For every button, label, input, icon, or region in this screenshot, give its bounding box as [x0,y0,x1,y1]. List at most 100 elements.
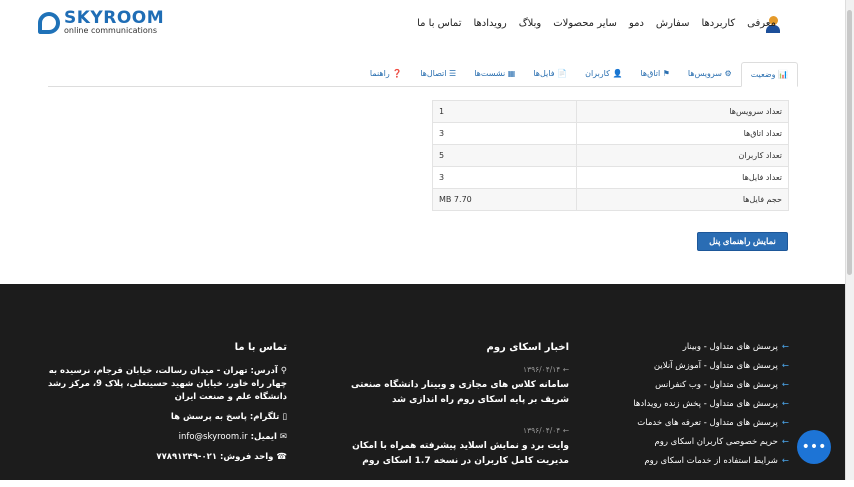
telegram-text: تلگرام: پاسخ به پرسش ها [170,412,280,422]
stat-value: MB 7.70 [432,188,577,211]
nav-intro[interactable]: معرفی [747,18,776,29]
footer-link[interactable]: ←حریم خصوصی کاربران اسکای روم [633,437,789,447]
table-row: تعداد اتاق‌ها 3 [432,122,789,145]
news-item[interactable]: وایت برد و نمایش اسلاید پیشرفته همراه با… [329,439,569,469]
question-icon: ❓ [392,69,403,78]
nav-events[interactable]: رویدادها [473,18,506,29]
stat-label: تعداد کاربران [576,144,789,167]
map-marker-icon: ⚲ [277,366,287,376]
list-icon: ☰ [449,69,457,78]
tab-services[interactable]: ⚙ سرویس‌ها [679,62,741,86]
arrow-left-icon: ← [781,456,789,466]
email-label: ایمیل: [250,432,277,442]
arrow-left-icon: ← [781,361,789,371]
chart-icon: 📊 [778,70,788,79]
link-text: شرایط استفاده از خدمات اسکای روم [644,456,778,466]
tab-label: سرویس‌ها [687,69,722,78]
date-text: ۱۳۹۶/۰۴/۰۴ [523,426,561,435]
tab-files[interactable]: 📄 فایل‌ها [524,62,576,86]
sitemap-icon: ⚑ [662,69,670,78]
email: ✉ ایمیل: info@skyroom.ir [37,431,287,444]
phone: ☎ واحد فروش: ۰۲۱-۷۷۸۹۱۲۴۹ [37,451,287,464]
arrow-left-icon: ← [781,437,789,447]
link-text: پرسش های متداول - تعرفه های خدمات [637,418,778,428]
nav-uses[interactable]: کاربردها [701,18,735,29]
tab-label: اتصال‌ها [420,69,447,78]
arrow-icon: ← [560,365,569,374]
show-panel-guide-button[interactable]: نمایش راهنمای پنل [697,232,788,251]
stat-value: 1 [432,100,577,123]
email-link[interactable]: info@skyroom.ir [179,432,248,442]
tab-label: اتاق‌ها [640,69,661,78]
telegram-icon: ▯ [279,412,287,422]
logo-name: SKYROOM [64,8,165,28]
footer-link[interactable]: ←شرایط استفاده از خدمات اسکای روم [633,456,789,466]
table-row: حجم فایل‌ها MB 7.70 [432,188,789,211]
stat-label: حجم فایل‌ها [576,188,789,211]
footer-link[interactable]: ←پرسش های متداول - پخش زنده رویدادها [633,399,789,409]
arrow-icon: ← [560,426,569,435]
grid-icon: ▦ [507,69,516,78]
skyroom-logo[interactable]: SKYROOM online communications [38,10,164,35]
chat-bubble-icon[interactable]: ••• [797,430,831,464]
file-icon: 📄 [557,69,568,78]
stat-value: 3 [432,122,577,145]
footer-link[interactable]: ←پرسش های متداول - آموزش آنلاین [633,361,789,371]
tab-label: فایل‌ها [533,69,555,78]
tab-status[interactable]: 📊 وضعیت [740,62,798,87]
footer-links: ←پرسش های متداول - وبینار ←پرسش های متدا… [633,342,789,475]
stat-value: 3 [432,166,577,189]
phone-text: واحد فروش: ۰۲۱-۷۷۸۹۱۲۴۹ [156,452,274,462]
tab-sessions[interactable]: ▦ نشست‌ها [465,62,524,86]
arrow-left-icon: ← [781,418,789,428]
scrollbar-thumb[interactable] [847,10,852,275]
footer: ←پرسش های متداول - وبینار ←پرسش های متدا… [0,284,845,480]
address: ⚲ آدرس: تهران - میدان رسالت، خیابان فرجا… [37,365,287,404]
table-row: تعداد سرویس‌ها 1 [432,100,789,123]
table-row: تعداد فایل‌ها 3 [432,166,789,189]
link-text: حریم خصوصی کاربران اسکای روم [654,437,778,447]
nav-products[interactable]: سایر محصولات [553,18,617,29]
tab-label: نشست‌ها [474,69,506,78]
arrow-left-icon: ← [781,380,789,390]
footer-link[interactable]: ←پرسش های متداول - وب کنفرانس [633,380,789,390]
link-text: پرسش های متداول - وبینار [682,342,778,352]
panel-tabs: 📊 وضعیت ⚙ سرویس‌ها ⚑ اتاق‌ها 👤 کاربران 📄… [48,62,798,87]
arrow-left-icon: ← [781,342,789,352]
nav-contact[interactable]: تماس با ما [417,18,461,29]
news-heading: اخبار اسکای روم [486,342,570,353]
footer-link[interactable]: ←پرسش های متداول - تعرفه های خدمات [633,418,789,428]
nav-blog[interactable]: وبلاگ [519,18,542,29]
address-text: آدرس: تهران - میدان رسالت، خیابان فرجام،… [47,366,287,402]
main-nav: معرفی کاربردها سفارش دمو سایر محصولات وب… [417,18,776,29]
tab-users[interactable]: 👤 کاربران [576,62,631,86]
link-text: پرسش های متداول - وب کنفرانس [655,380,778,390]
stat-label: تعداد سرویس‌ها [576,100,789,123]
nav-order[interactable]: سفارش [656,18,690,29]
tab-label: وضعیت [750,70,776,79]
gear-icon: ⚙ [724,69,732,78]
tab-help[interactable]: ❓ راهنما [361,62,411,86]
tab-rooms[interactable]: ⚑ اتاق‌ها [631,62,678,86]
link-text: پرسش های متداول - پخش زنده رویدادها [633,399,778,409]
stat-value: 5 [432,144,577,167]
user-icon: 👤 [612,69,623,78]
logo-tagline: online communications [64,26,157,35]
table-row: تعداد کاربران 5 [432,144,789,167]
nav-demo[interactable]: دمو [629,18,644,29]
tab-connections[interactable]: ☰ اتصال‌ها [411,62,465,86]
stat-label: تعداد فایل‌ها [576,166,789,189]
phone-icon: ☎ [273,452,287,462]
news-column: اخبار اسکای روم ← ۱۳۹۶/۰۴/۱۴ سامانه کلاس… [329,342,569,487]
footer-link[interactable]: ←پرسش های متداول - وبینار [633,342,789,352]
news-item[interactable]: سامانه کلاس های مجازی و وبینار دانشگاه ص… [329,378,569,408]
news-date: ← ۱۳۹۶/۰۴/۰۴ [329,426,569,435]
tab-label: راهنما [369,69,390,78]
status-table: تعداد سرویس‌ها 1 تعداد اتاق‌ها 3 تعداد کار… [432,100,789,211]
telegram[interactable]: ▯ تلگرام: پاسخ به پرسش ها [37,411,287,424]
stat-label: تعداد اتاق‌ها [576,122,789,145]
link-text: پرسش های متداول - آموزش آنلاین [653,361,778,371]
news-date: ← ۱۳۹۶/۰۴/۱۴ [329,365,569,374]
contact-column: تماس با ما ⚲ آدرس: تهران - میدان رسالت، … [37,342,287,471]
arrow-left-icon: ← [781,399,789,409]
